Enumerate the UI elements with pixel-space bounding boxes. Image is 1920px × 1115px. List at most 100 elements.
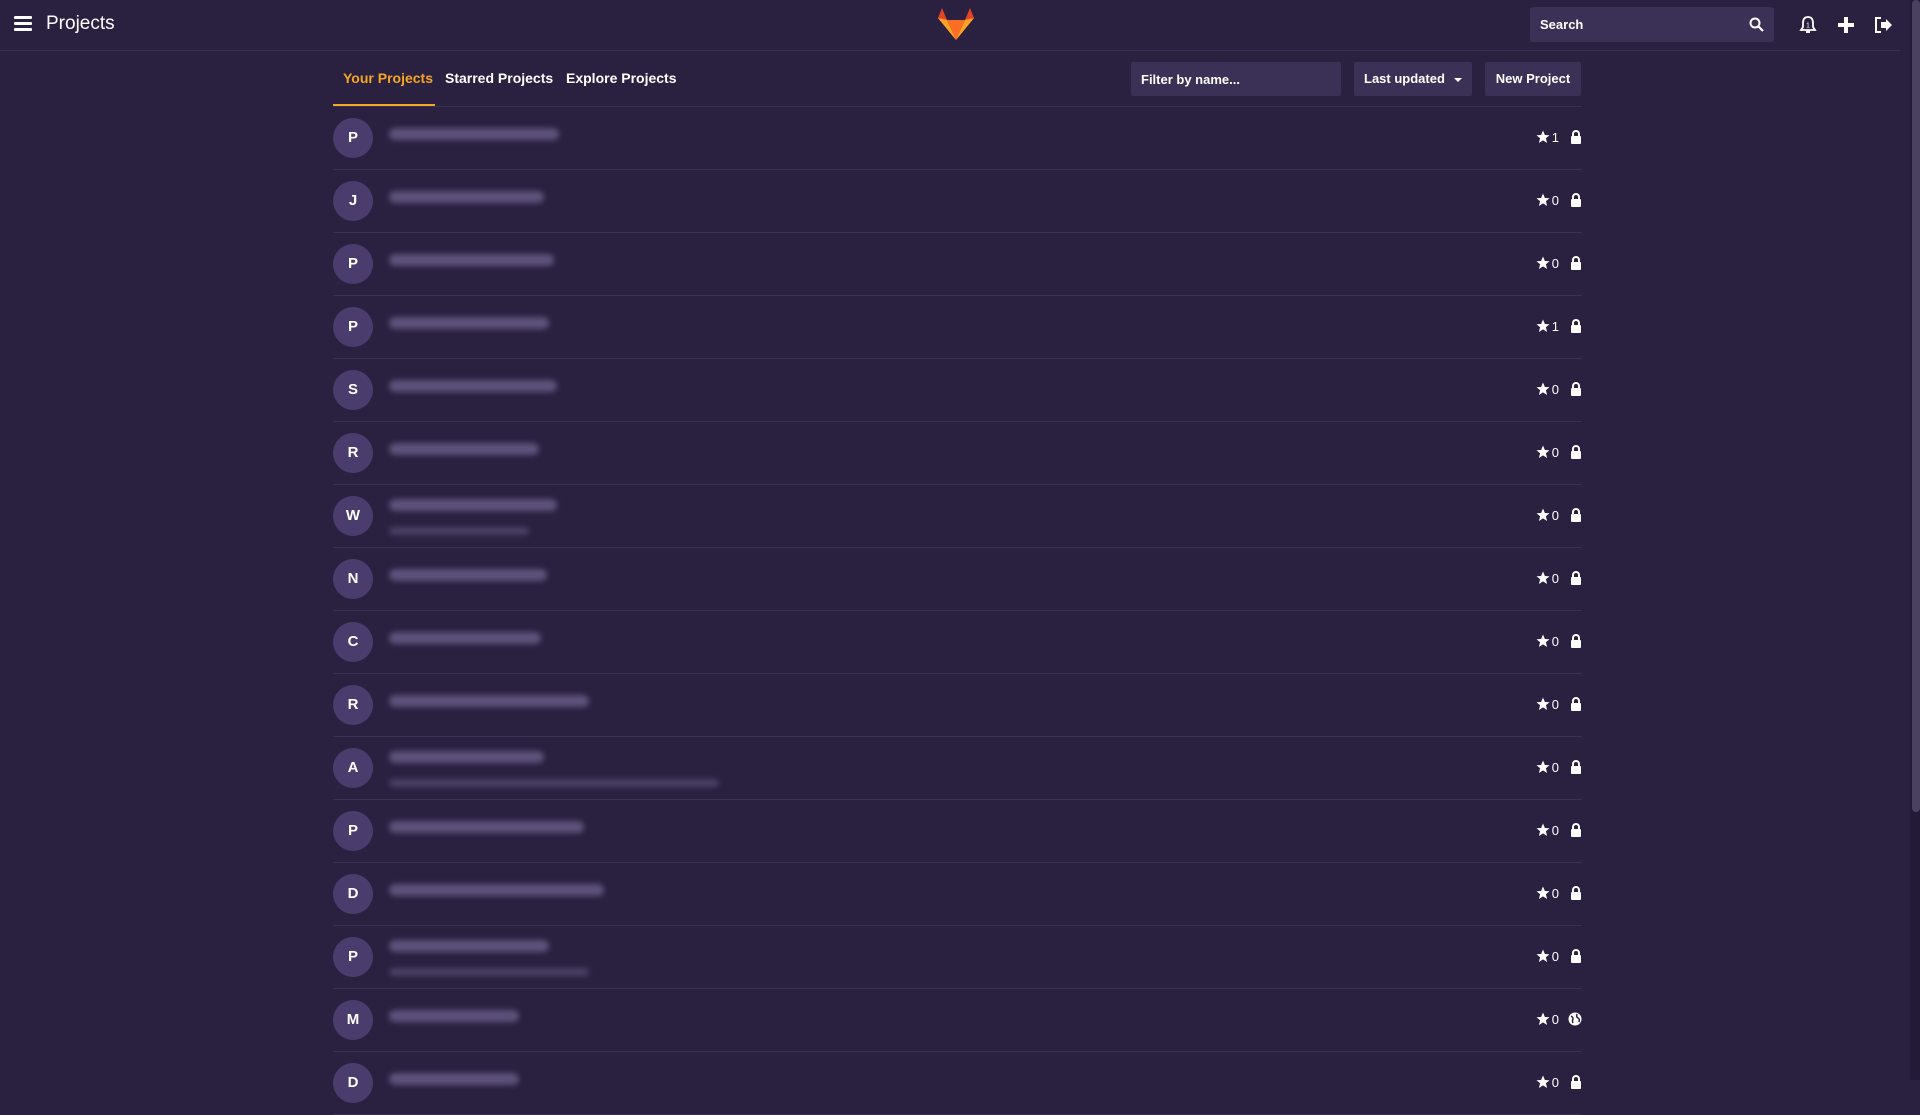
sort-dropdown[interactable]: Last updated [1354, 62, 1472, 96]
project-avatar[interactable]: S [333, 370, 373, 410]
caret-down-icon [1454, 78, 1462, 82]
project-row[interactable]: R0 [333, 422, 1582, 485]
project-name-redacted[interactable] [389, 695, 589, 707]
project-name-redacted[interactable] [389, 499, 557, 511]
project-avatar[interactable]: C [333, 622, 373, 662]
tab-explore-projects[interactable]: Explore Projects [566, 70, 677, 86]
project-avatar[interactable]: M [333, 1000, 373, 1040]
star-icon [1536, 1075, 1550, 1088]
star-count: 0 [1536, 1012, 1559, 1027]
project-name-redacted[interactable] [389, 821, 584, 833]
plus-icon[interactable] [1835, 14, 1857, 36]
project-row[interactable]: P0 [333, 800, 1582, 863]
star-icon [1536, 949, 1550, 962]
project-row[interactable]: W0 [333, 485, 1582, 548]
star-count: 0 [1536, 949, 1559, 964]
project-name-redacted[interactable] [389, 884, 604, 896]
project-row[interactable]: R0 [333, 674, 1582, 737]
project-row[interactable]: N0 [333, 548, 1582, 611]
star-icon [1536, 445, 1550, 458]
project-row[interactable]: P1 [333, 107, 1582, 170]
project-row[interactable]: A0 [333, 737, 1582, 800]
star-count-value: 0 [1551, 382, 1559, 397]
project-avatar[interactable]: D [333, 1063, 373, 1103]
project-avatar[interactable]: P [333, 244, 373, 284]
project-row[interactable]: D0 [333, 1052, 1582, 1115]
star-icon [1536, 634, 1550, 647]
project-row[interactable]: P0 [333, 233, 1582, 296]
project-name-redacted[interactable] [389, 191, 544, 203]
project-avatar[interactable]: P [333, 307, 373, 347]
filter-by-name-input[interactable] [1131, 62, 1341, 96]
project-name-redacted[interactable] [389, 1073, 519, 1085]
project-description-redacted [389, 968, 589, 976]
star-icon [1536, 1012, 1550, 1025]
notifications-icon[interactable]: 1 [1797, 14, 1819, 36]
project-name-redacted[interactable] [389, 443, 539, 455]
lock-icon [1570, 445, 1582, 464]
project-name-redacted[interactable] [389, 569, 547, 581]
sign-out-icon[interactable] [1872, 14, 1894, 36]
search-placeholder: Search [1540, 17, 1584, 32]
star-count: 0 [1536, 193, 1559, 208]
project-avatar[interactable]: A [333, 748, 373, 788]
new-project-button[interactable]: New Project [1485, 62, 1581, 96]
search-input[interactable]: Search [1530, 7, 1774, 42]
star-count-value: 0 [1551, 949, 1559, 964]
star-count-value: 0 [1551, 760, 1559, 775]
tab-starred-projects[interactable]: Starred Projects [445, 70, 553, 86]
lock-icon [1570, 571, 1582, 590]
project-row[interactable]: S0 [333, 359, 1582, 422]
lock-icon [1570, 886, 1582, 905]
project-avatar[interactable]: P [333, 118, 373, 158]
star-icon [1536, 697, 1550, 710]
project-row[interactable]: J0 [333, 170, 1582, 233]
project-avatar[interactable]: P [333, 937, 373, 977]
sort-label: Last updated [1364, 71, 1445, 86]
tab-your-projects[interactable]: Your Projects [343, 70, 433, 86]
notification-count: 1 [1806, 23, 1810, 30]
lock-icon [1570, 193, 1582, 212]
star-count-value: 0 [1551, 256, 1559, 271]
project-row[interactable]: P0 [333, 926, 1582, 989]
project-avatar[interactable]: D [333, 874, 373, 914]
star-icon [1536, 571, 1550, 584]
star-count: 0 [1536, 445, 1559, 460]
project-row[interactable]: P1 [333, 296, 1582, 359]
project-avatar[interactable]: R [333, 685, 373, 725]
project-row[interactable]: C0 [333, 611, 1582, 674]
project-name-redacted[interactable] [389, 751, 544, 763]
project-row[interactable]: D0 [333, 863, 1582, 926]
project-avatar[interactable]: N [333, 559, 373, 599]
star-count-value: 0 [1551, 445, 1559, 460]
star-icon [1536, 760, 1550, 773]
project-avatar[interactable]: R [333, 433, 373, 473]
star-count: 0 [1536, 571, 1559, 586]
project-row[interactable]: M0 [333, 989, 1582, 1052]
project-avatar[interactable]: W [333, 496, 373, 536]
project-avatar[interactable]: J [333, 181, 373, 221]
gitlab-logo-icon[interactable] [936, 6, 976, 42]
star-count-value: 0 [1551, 634, 1559, 649]
top-header: Projects Search 1 [0, 0, 1900, 51]
star-count-value: 0 [1551, 1012, 1559, 1027]
lock-icon [1570, 319, 1582, 338]
search-icon[interactable] [1749, 17, 1764, 32]
project-name-redacted[interactable] [389, 632, 541, 644]
globe-icon [1568, 1012, 1582, 1031]
star-count: 0 [1536, 508, 1559, 523]
project-name-redacted[interactable] [389, 940, 549, 952]
project-name-redacted[interactable] [389, 254, 554, 266]
menu-icon[interactable] [14, 16, 32, 31]
project-name-redacted[interactable] [389, 128, 559, 140]
star-icon [1536, 886, 1550, 899]
star-count: 1 [1536, 130, 1559, 145]
project-avatar[interactable]: P [333, 811, 373, 851]
project-name-redacted[interactable] [389, 380, 557, 392]
star-count-value: 0 [1551, 886, 1559, 901]
project-name-redacted[interactable] [389, 1010, 519, 1022]
lock-icon [1570, 382, 1582, 401]
star-icon [1536, 256, 1550, 269]
scrollbar-thumb[interactable] [1912, 0, 1920, 812]
project-name-redacted[interactable] [389, 317, 549, 329]
